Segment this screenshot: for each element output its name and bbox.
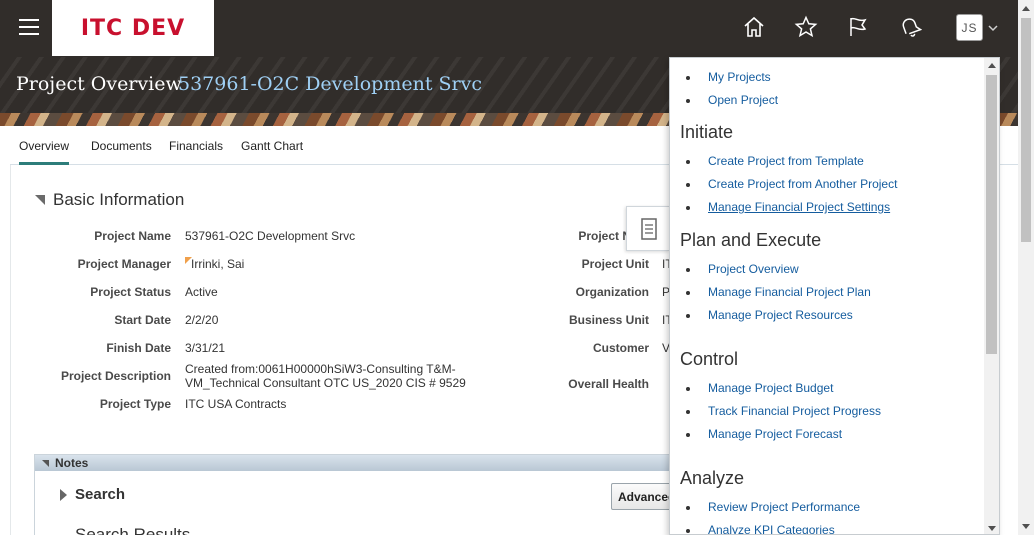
field-label: Project Manager bbox=[77, 257, 171, 271]
collapse-triangle-icon[interactable] bbox=[42, 459, 49, 467]
section-title: Basic Information bbox=[53, 190, 185, 209]
task-group-heading: Control bbox=[680, 349, 739, 369]
task-link[interactable]: Analyze KPI Categories bbox=[708, 523, 835, 534]
bullet bbox=[686, 410, 690, 414]
tasks-icon bbox=[641, 218, 657, 240]
bullet bbox=[686, 291, 690, 295]
bullet bbox=[686, 206, 690, 210]
bullet bbox=[686, 506, 690, 510]
bullet bbox=[686, 529, 690, 533]
scroll-thumb[interactable] bbox=[1021, 18, 1031, 242]
task-link-open-project[interactable]: Open Project bbox=[708, 93, 778, 107]
notes-title: Notes bbox=[55, 456, 89, 470]
scroll-down-icon[interactable] bbox=[1022, 524, 1030, 529]
bullet bbox=[686, 268, 690, 272]
collapse-triangle-icon[interactable] bbox=[35, 195, 45, 205]
search-results-title: Search Results bbox=[75, 525, 191, 535]
star-icon[interactable] bbox=[794, 15, 818, 39]
bullet bbox=[686, 433, 690, 437]
tab-documents[interactable]: Documents bbox=[91, 139, 152, 153]
bullet bbox=[686, 160, 690, 164]
field-value: 2/2/20 bbox=[185, 313, 219, 327]
avatar[interactable]: JS bbox=[956, 14, 983, 41]
field-label: Project Num bbox=[578, 229, 649, 243]
bullet bbox=[686, 387, 690, 391]
page-subtitle: 537961-O2C Development Srvc bbox=[178, 73, 482, 95]
task-link[interactable]: Track Financial Project Progress bbox=[708, 404, 881, 418]
field-label: Finish Date bbox=[106, 341, 171, 355]
task-link[interactable]: Create Project from Template bbox=[708, 154, 864, 168]
bullet bbox=[686, 183, 690, 187]
hamburger-icon[interactable] bbox=[19, 19, 39, 35]
tasks-drawer-button[interactable] bbox=[626, 206, 670, 251]
task-group-heading: Plan and Execute bbox=[680, 230, 822, 250]
page-title: Project Overview bbox=[16, 73, 182, 95]
field-value-line1: Created from:0061H00000hSiW3-Consulting … bbox=[185, 362, 456, 376]
task-link-my-projects[interactable]: My Projects bbox=[708, 70, 771, 84]
field-label: Start Date bbox=[114, 313, 171, 327]
field-label: Business Unit bbox=[568, 313, 649, 327]
field-value: Active bbox=[185, 285, 218, 299]
field-label: Project Type bbox=[99, 397, 171, 411]
tab-overview[interactable]: Overview bbox=[19, 139, 70, 165]
field-label: Overall Health bbox=[568, 377, 649, 391]
bullet bbox=[686, 99, 690, 103]
task-group-heading: Initiate bbox=[680, 122, 734, 142]
notes-header[interactable]: Notes bbox=[35, 455, 693, 471]
logo[interactable]: ITC DEV bbox=[52, 0, 214, 56]
chevron-down-icon[interactable] bbox=[987, 22, 999, 34]
task-link[interactable]: Manage Project Budget bbox=[708, 381, 833, 395]
field-label: Project Status bbox=[90, 285, 171, 299]
task-link[interactable]: Manage Financial Project Plan bbox=[708, 285, 871, 299]
notes-region: Notes Search Advanced Search Results bbox=[34, 454, 701, 535]
expand-triangle-icon[interactable] bbox=[60, 489, 67, 501]
task-link[interactable]: Review Project Performance bbox=[708, 500, 860, 514]
tab-financials[interactable]: Financials bbox=[169, 139, 223, 153]
field-label: Customer bbox=[592, 341, 649, 355]
field-value: 537961-O2C Development Srvc bbox=[185, 229, 356, 243]
field-value-line2: VM_Technical Consultant OTC US_2020 CIS … bbox=[185, 376, 466, 390]
task-link[interactable]: Manage Project Forecast bbox=[708, 427, 842, 441]
field-value: 3/31/21 bbox=[185, 341, 226, 355]
field-value: ITC USA Contracts bbox=[185, 397, 287, 411]
field-value: Irrinki, Sai bbox=[191, 257, 245, 271]
scroll-up-icon[interactable] bbox=[988, 63, 996, 68]
tasks-panel: My Projects Open Project Initiate Create… bbox=[669, 57, 1000, 535]
tab-gantt-chart[interactable]: Gantt Chart bbox=[241, 139, 303, 153]
field-label: Project Name bbox=[94, 229, 171, 243]
bell-icon[interactable] bbox=[898, 15, 922, 39]
bullet bbox=[686, 314, 690, 318]
logo-text: ITC DEV bbox=[80, 15, 186, 41]
scroll-thumb[interactable] bbox=[986, 75, 997, 354]
tasks-scrollbar[interactable] bbox=[984, 58, 999, 534]
task-link[interactable]: Create Project from Another Project bbox=[708, 177, 897, 191]
field-label: Project Unit bbox=[581, 257, 649, 271]
home-icon[interactable] bbox=[742, 15, 766, 39]
field-label: Organization bbox=[575, 285, 649, 299]
task-link[interactable]: Project Overview bbox=[708, 262, 799, 276]
flag-icon[interactable] bbox=[846, 15, 870, 39]
field-label: Project Description bbox=[60, 369, 171, 383]
task-link[interactable]: Manage Project Resources bbox=[708, 308, 853, 322]
global-header: ITC DEV JS bbox=[0, 0, 1018, 57]
task-link[interactable]: Manage Financial Project Settings bbox=[708, 200, 890, 214]
bullet bbox=[686, 76, 690, 80]
scroll-down-icon[interactable] bbox=[988, 526, 996, 531]
page-scrollbar[interactable] bbox=[1018, 0, 1034, 535]
scroll-up-icon[interactable] bbox=[1022, 6, 1030, 11]
search-title[interactable]: Search bbox=[75, 486, 125, 503]
task-group-heading: Analyze bbox=[680, 468, 745, 488]
